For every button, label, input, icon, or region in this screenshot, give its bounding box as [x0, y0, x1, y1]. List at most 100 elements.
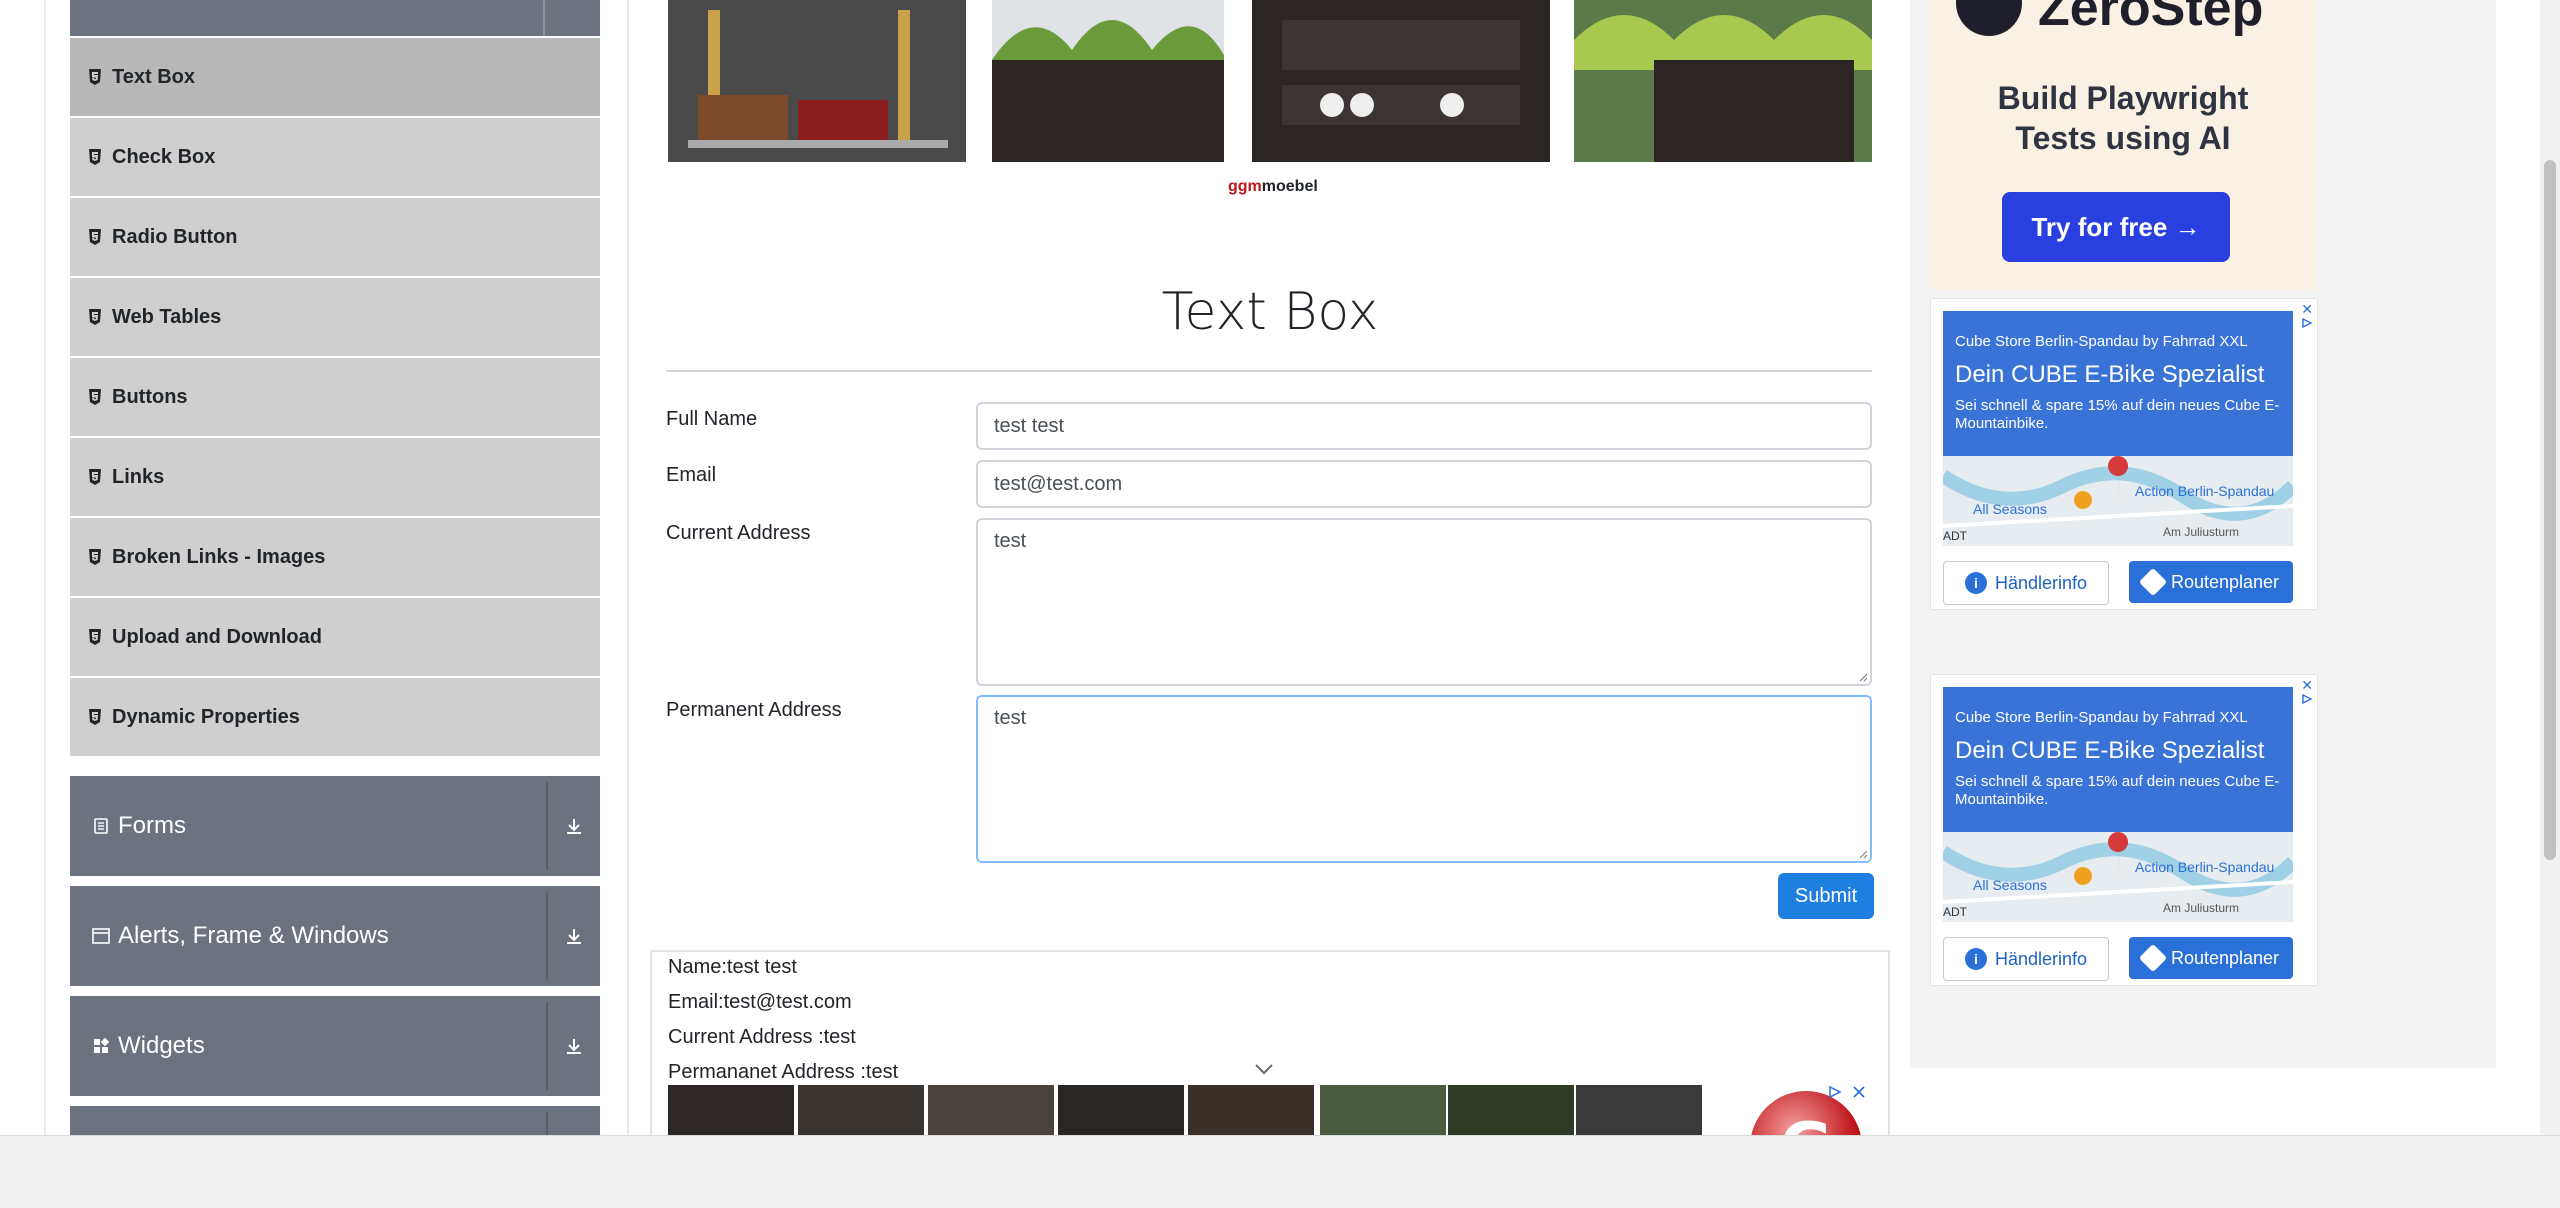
- html5-icon: [88, 628, 102, 646]
- resize-handle-icon[interactable]: [1858, 849, 1868, 859]
- routenplaner-button[interactable]: Routenplaner: [2129, 937, 2293, 979]
- sidebar-item-label: Dynamic Properties: [112, 705, 300, 728]
- map-label-juliusturm: Am Juliusturm: [2163, 525, 2239, 539]
- cube-map[interactable]: All Seasons Action Berlin-Spandau Am Juliu…: [1943, 456, 2293, 546]
- html5-icon: [88, 388, 102, 406]
- cube-ad-title: Dein CUBE E-Bike Spezialist: [1955, 737, 2265, 764]
- cube-ad-header[interactable]: Cube Store Berlin-Spandau by Fahrrad XXL…: [1943, 687, 2293, 832]
- zerostep-headline-line2: Tests using AI: [2015, 120, 2231, 156]
- sidebar: Text Box Check Box Radio Button Web Tabl…: [70, 0, 600, 1135]
- permanent-address-textarea[interactable]: test: [976, 695, 1872, 863]
- group-label: Widgets: [118, 1032, 205, 1059]
- zerostep-headline-line1: Build Playwright: [1997, 80, 2249, 116]
- bottom-bar: [0, 1135, 2560, 1208]
- download-icon[interactable]: [546, 782, 600, 870]
- sidebar-item-label: Buttons: [112, 385, 188, 408]
- full-name-value: test test: [994, 415, 1065, 437]
- cube-ad-2[interactable]: ✕ Cube Store Berlin-Spandau by Fahrrad X…: [1930, 674, 2318, 986]
- html5-icon: [88, 148, 102, 166]
- cube-ad-desc: Sei schnell & spare 15% auf dein neues C…: [1955, 773, 2280, 808]
- haendlerinfo-button[interactable]: i Händlerinfo: [1943, 561, 2109, 605]
- scrollbar-thumb[interactable]: [2544, 160, 2556, 860]
- map-label-action: Action Berlin-Spandau: [2135, 859, 2274, 875]
- ad-brand-label[interactable]: ggmmoebel: [1228, 178, 1318, 196]
- resize-handle-icon[interactable]: [1858, 672, 1868, 682]
- cube-map[interactable]: All Seasons Action Berlin-Spandau Am Juliu…: [1943, 832, 2293, 922]
- try-for-free-button[interactable]: Try for free →: [2002, 192, 2230, 262]
- sidebar-item-label: Text Box: [112, 65, 195, 88]
- sidebar-item-links[interactable]: Links: [70, 438, 600, 516]
- routenplaner-button[interactable]: Routenplaner: [2129, 561, 2293, 603]
- cube-store-name: Cube Store Berlin-Spandau by Fahrrad XXL: [1955, 333, 2248, 350]
- brand-suffix: moebel: [1261, 178, 1318, 195]
- map-label-adt: ADT: [1943, 529, 1968, 543]
- elements-group-header[interactable]: [70, 0, 600, 36]
- download-icon[interactable]: [546, 892, 600, 980]
- close-icon[interactable]: [1852, 1085, 1866, 1099]
- sidebar-item-web-tables[interactable]: Web Tables: [70, 278, 600, 356]
- vertical-scrollbar[interactable]: [2540, 0, 2560, 1135]
- html5-icon: [88, 468, 102, 486]
- email-value: test@test.com: [994, 473, 1123, 495]
- current-address-label: Current Address: [666, 522, 811, 544]
- directions-icon: [2138, 943, 2168, 973]
- brand-prefix: ggm: [1228, 178, 1262, 195]
- routenplaner-label: Routenplaner: [2170, 571, 2280, 592]
- sidebar-item-check-box[interactable]: Check Box: [70, 118, 600, 196]
- top-ad-banner[interactable]: [668, 0, 1874, 162]
- sidebar-item-broken-links[interactable]: Broken Links - Images: [70, 518, 600, 596]
- download-icon[interactable]: [546, 1002, 600, 1090]
- download-icon[interactable]: [546, 1112, 600, 1135]
- current-address-value: test: [994, 530, 1027, 552]
- content-divider: [627, 0, 629, 1135]
- output-email: Email:test@test.com: [668, 991, 852, 1013]
- sidebar-group-alerts[interactable]: Alerts, Frame & Windows: [70, 886, 600, 986]
- full-name-label: Full Name: [666, 408, 758, 430]
- haendlerinfo-button[interactable]: i Händlerinfo: [1943, 937, 2109, 981]
- sidebar-item-label: Radio Button: [112, 225, 238, 248]
- right-ad-column: ZeroStep Build Playwright Tests using AI…: [1910, 0, 2496, 1068]
- sidebar-group-forms[interactable]: Forms: [70, 776, 600, 876]
- main-content: ggmmoebel Text Box Full Name test test E…: [650, 0, 1890, 1207]
- info-icon: i: [1964, 948, 1987, 970]
- adchoices-icon[interactable]: [2301, 317, 2313, 329]
- sidebar-group-widgets[interactable]: Widgets: [70, 996, 600, 1096]
- sidebar-item-label: Upload and Download: [112, 625, 322, 648]
- sidebar-item-text-box[interactable]: Text Box: [70, 38, 600, 116]
- sidebar-item-radio-button[interactable]: Radio Button: [70, 198, 600, 276]
- ad-image-planter[interactable]: [992, 0, 1224, 162]
- cube-ad-header[interactable]: Cube Store Berlin-Spandau by Fahrrad XXL…: [1943, 311, 2293, 456]
- html5-icon: [88, 68, 102, 86]
- sidebar-item-label: Check Box: [112, 145, 216, 168]
- close-icon[interactable]: ✕: [2301, 301, 2313, 318]
- sidebar-item-label: Links: [112, 465, 165, 488]
- routenplaner-label: Routenplaner: [2170, 947, 2280, 968]
- chevron-down-icon[interactable]: [1254, 1063, 1274, 1075]
- adchoices-icon[interactable]: [2301, 693, 2313, 705]
- sidebar-item-buttons[interactable]: Buttons: [70, 358, 600, 436]
- map-label-juliusturm: Am Juliusturm: [2163, 901, 2239, 915]
- cube-store-name: Cube Store Berlin-Spandau by Fahrrad XXL: [1955, 709, 2248, 726]
- sidebar-group-next[interactable]: [70, 1106, 600, 1135]
- output-current-address: Current Address :test: [668, 1026, 856, 1048]
- html5-icon: [88, 308, 102, 326]
- haendlerinfo-label: Händlerinfo: [1994, 948, 2088, 969]
- sidebar-item-upload-download[interactable]: Upload and Download: [70, 598, 600, 676]
- ad-image-bar-cabinet[interactable]: [1252, 0, 1550, 162]
- submit-button[interactable]: Submit: [1778, 873, 1874, 919]
- full-name-input[interactable]: test test: [976, 402, 1872, 450]
- email-input[interactable]: test@test.com: [976, 460, 1872, 508]
- zerostep-ad[interactable]: ZeroStep Build Playwright Tests using AI…: [1930, 0, 2316, 290]
- zerostep-headline: Build Playwright Tests using AI: [1930, 78, 2316, 158]
- close-icon[interactable]: ✕: [2301, 677, 2313, 694]
- ad-image-luggage-cart[interactable]: [668, 0, 966, 162]
- email-label: Email: [666, 464, 717, 486]
- cube-ad-1[interactable]: ✕ Cube Store Berlin-Spandau by Fahrrad X…: [1930, 298, 2318, 610]
- current-address-textarea[interactable]: test: [976, 518, 1872, 686]
- cube-ad-title: Dein CUBE E-Bike Spezialist: [1955, 361, 2265, 388]
- ad-image-planter-2[interactable]: [1574, 0, 1872, 162]
- permanent-address-label: Permanent Address: [666, 699, 842, 721]
- adchoices-icon[interactable]: [1828, 1085, 1842, 1099]
- map-label-all-seasons: All Seasons: [1973, 501, 2047, 517]
- sidebar-item-dynamic-properties[interactable]: Dynamic Properties: [70, 678, 600, 756]
